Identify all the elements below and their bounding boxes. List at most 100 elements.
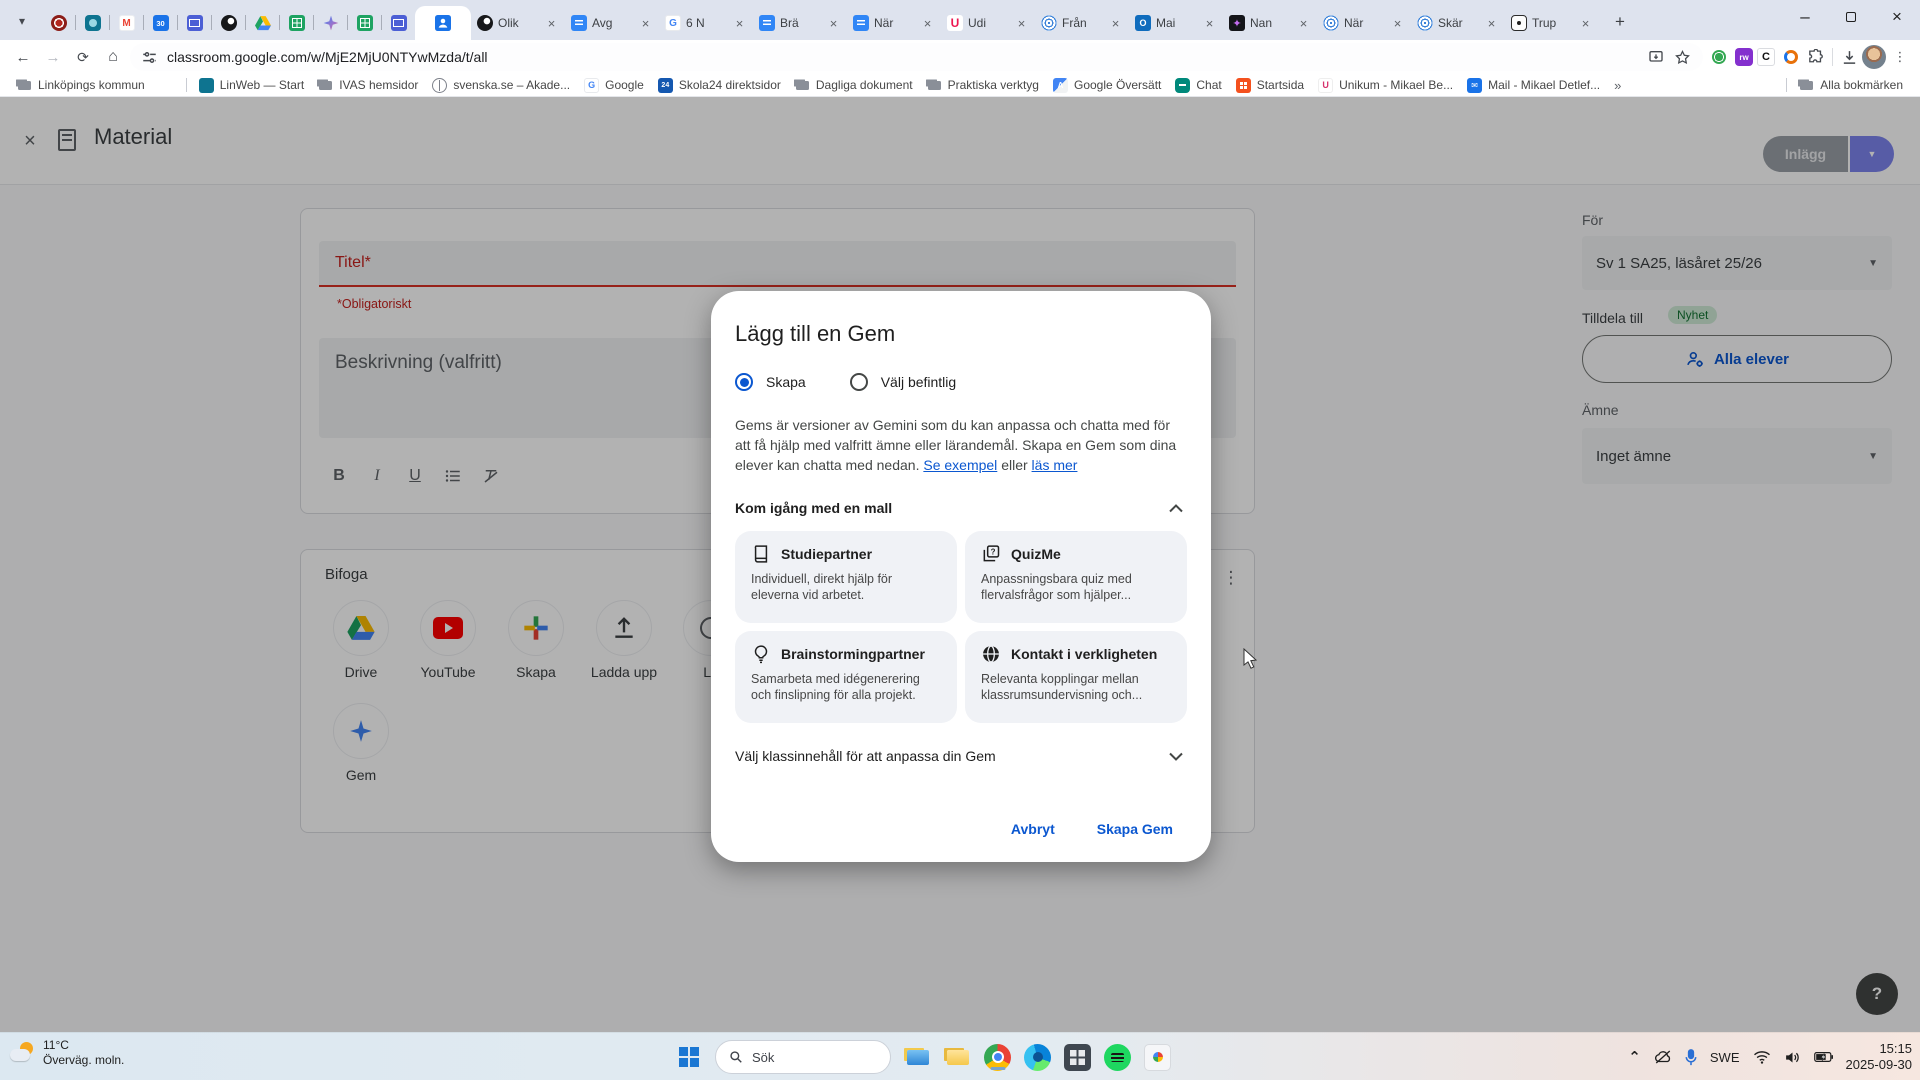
tab-close-icon[interactable] (920, 16, 935, 31)
template-card-real-world-connection[interactable]: Kontakt i verkligheten Relevanta kopplin… (965, 631, 1187, 723)
photos-app-icon[interactable] (1144, 1044, 1171, 1071)
tab-close-icon[interactable] (1014, 16, 1029, 31)
templates-section-header[interactable]: Kom igång med en mall (735, 497, 1187, 519)
home-button[interactable] (100, 44, 126, 70)
pinned-tab-record[interactable] (42, 6, 75, 40)
folder-icon[interactable] (944, 1044, 971, 1071)
tab-close-icon[interactable] (1202, 16, 1217, 31)
radio-choose-existing[interactable]: Välj befintlig (850, 373, 957, 391)
volume-icon[interactable] (1784, 1050, 1801, 1065)
pinned-tab-classroom-2[interactable] (382, 6, 415, 40)
tab-close-icon[interactable] (1578, 16, 1593, 31)
battery-icon[interactable] (1814, 1051, 1833, 1063)
see-examples-link[interactable]: Se exempel (923, 457, 997, 473)
tab-close-icon[interactable] (1484, 16, 1499, 31)
browser-tab[interactable]: Udi (941, 6, 1035, 40)
downloads-icon[interactable] (1841, 49, 1858, 66)
weather-widget[interactable]: 11°C Överväg. moln. (10, 1038, 124, 1068)
pinned-tab-calendar[interactable] (144, 6, 177, 40)
bookmarks-overflow-icon[interactable] (1607, 77, 1628, 94)
tab-close-icon[interactable] (1390, 16, 1405, 31)
browser-tab[interactable]: När (1317, 6, 1411, 40)
bookmark-item[interactable]: LinWeb — Start (192, 77, 311, 94)
back-button[interactable] (10, 44, 36, 70)
reload-button[interactable] (70, 44, 96, 70)
window-close-button[interactable] (1874, 0, 1920, 34)
screencast-extension-icon[interactable] (1707, 45, 1731, 69)
readwrite-extension-icon[interactable] (1735, 48, 1753, 66)
browser-tab[interactable]: Olik (471, 6, 565, 40)
tab-close-icon[interactable] (826, 16, 841, 31)
pinned-tab-drive[interactable] (246, 6, 279, 40)
address-bar[interactable]: classroom.google.com/w/MjE2MjU0NTYwMzda/… (130, 43, 1703, 71)
pinned-tab-gmail[interactable] (110, 6, 143, 40)
cancel-button[interactable]: Avbryt (995, 812, 1071, 846)
template-card-quizme[interactable]: ? QuizMe Anpassningsbara quiz med flerva… (965, 531, 1187, 623)
class-content-section-header[interactable]: Välj klassinnehåll för att anpassa din G… (735, 745, 1187, 767)
maximize-button[interactable] (1828, 0, 1874, 34)
taskbar-clock[interactable]: 15:15 2025-09-30 (1846, 1041, 1913, 1073)
tab-search-icon[interactable] (8, 7, 36, 35)
office-app-icon[interactable] (1064, 1044, 1091, 1071)
bookmark-star-icon[interactable] (1674, 49, 1691, 66)
create-gem-button[interactable]: Skapa Gem (1081, 812, 1189, 846)
template-card-study-partner[interactable]: Studiepartner Individuell, direkt hjälp … (735, 531, 957, 623)
minimize-button[interactable] (1782, 0, 1828, 34)
browser-tab[interactable]: När (847, 6, 941, 40)
site-info-icon[interactable] (142, 50, 157, 65)
install-icon[interactable] (1648, 49, 1664, 65)
tab-close-icon[interactable] (732, 16, 747, 31)
bookmark-item[interactable]: Unikum - Mikael Be... (1311, 77, 1460, 94)
bookmark-folder[interactable]: Dagliga dokument (788, 77, 920, 94)
pinned-tab-sheets[interactable] (280, 6, 313, 40)
c-extension-icon[interactable] (1757, 48, 1775, 66)
wifi-icon[interactable] (1753, 1050, 1771, 1064)
browser-tab[interactable]: Brä (753, 6, 847, 40)
onedrive-paused-icon[interactable] (1654, 1050, 1672, 1064)
all-bookmarks-button[interactable]: Alla bokmärken (1792, 77, 1910, 94)
browser-tab[interactable]: Trup (1505, 6, 1599, 40)
file-explorer-icon[interactable] (904, 1044, 931, 1071)
taskbar-search[interactable]: Sök (715, 1040, 891, 1074)
bookmark-item[interactable]: Google Översätt (1046, 77, 1168, 94)
bookmark-item[interactable]: Mail - Mikael Detlef... (1460, 77, 1607, 94)
extensions-puzzle-icon[interactable] (1807, 49, 1824, 66)
bookmark-folder[interactable]: Linköpings kommun (10, 77, 152, 94)
language-indicator[interactable]: SWE (1710, 1050, 1740, 1065)
pinned-tab-teal-app[interactable] (76, 6, 109, 40)
browser-tab[interactable]: Från (1035, 6, 1129, 40)
bookmark-folder[interactable]: Praktiska verktyg (920, 77, 1046, 94)
bookmark-folder[interactable]: IVAS hemsidor (311, 77, 425, 94)
edge-icon[interactable] (1024, 1044, 1051, 1071)
tab-close-icon[interactable] (1296, 16, 1311, 31)
bookmark-apps-grid[interactable] (152, 77, 181, 94)
bookmark-item[interactable]: Startsida (1229, 77, 1311, 94)
browser-tab[interactable]: Avg (565, 6, 659, 40)
read-more-link[interactable]: läs mer (1032, 457, 1078, 473)
bookmark-item[interactable]: svenska.se – Akade... (425, 77, 577, 94)
template-card-brainstorming-partner[interactable]: Brainstormingpartner Samarbeta med idége… (735, 631, 957, 723)
browser-tab[interactable]: Skär (1411, 6, 1505, 40)
bookmark-item[interactable]: Chat (1168, 77, 1228, 94)
new-tab-button[interactable] (1607, 9, 1633, 35)
hidden-icons-chevron[interactable] (1628, 1048, 1641, 1066)
browser-tab[interactable]: Nan (1223, 6, 1317, 40)
pinned-tab-sheets-2[interactable] (348, 6, 381, 40)
active-tab-classroom-people[interactable] (415, 6, 471, 40)
o-extension-icon[interactable] (1779, 45, 1803, 69)
microphone-icon[interactable] (1685, 1049, 1697, 1066)
pinned-tab-classroom[interactable] (178, 6, 211, 40)
tab-close-icon[interactable] (544, 16, 559, 31)
pinned-tab-notebooklm[interactable] (212, 6, 245, 40)
radio-create[interactable]: Skapa (735, 373, 806, 391)
tab-close-icon[interactable] (638, 16, 653, 31)
spotify-icon[interactable] (1104, 1044, 1131, 1071)
start-button[interactable] (676, 1044, 702, 1070)
forward-button[interactable] (40, 44, 66, 70)
profile-avatar[interactable] (1862, 45, 1886, 69)
tab-close-icon[interactable] (1108, 16, 1123, 31)
chrome-icon[interactable] (984, 1044, 1011, 1071)
bookmark-item[interactable]: Skola24 direktsidor (651, 77, 788, 94)
pinned-tab-gemini[interactable] (314, 6, 347, 40)
browser-tab[interactable]: Mai (1129, 6, 1223, 40)
